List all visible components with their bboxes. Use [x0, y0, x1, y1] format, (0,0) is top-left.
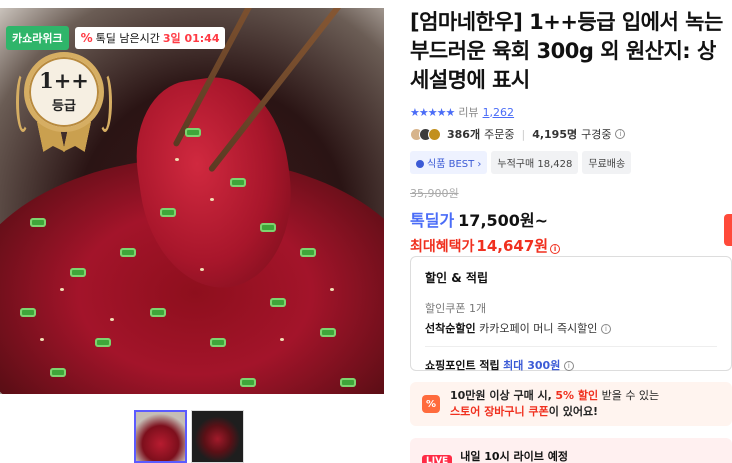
- sale-label: 톡딜가: [410, 211, 455, 230]
- order-count: 386개: [447, 128, 481, 141]
- scallion-decor: [300, 248, 316, 257]
- sale-price: 17,500원~: [458, 211, 549, 230]
- sesame-decor: [175, 158, 179, 161]
- medal-label: 등급: [52, 99, 76, 114]
- scallion-decor: [240, 378, 256, 387]
- promo-text: 10만원 이상 구매 시, 5% 할인 받을 수 있는 스토어 장바구니 쿠폰이…: [450, 388, 659, 420]
- cart-coupon-promo[interactable]: % 10만원 이상 구매 시, 5% 할인 받을 수 있는 스토어 장바구니 쿠…: [410, 382, 732, 426]
- scallion-decor: [270, 298, 286, 307]
- review-count-link[interactable]: 1,262: [483, 106, 515, 119]
- live-schedule-banner[interactable]: LIVE 내일 10시 라이브 예정: [410, 438, 732, 463]
- scallion-decor: [210, 338, 226, 347]
- promo-line-2: 스토어 장바구니 쿠폰이 있어요!: [450, 404, 659, 420]
- benefits-box: 할인 & 적립 할인쿠폰 1개 선착순할인 카카오페이 머니 즉시할인 i 쇼핑…: [410, 256, 732, 373]
- best-chip-label: 식품 BEST: [427, 159, 475, 170]
- star-rating-icon: ★★★★★: [410, 105, 455, 119]
- promo-coupon-name: 스토어 장바구니 쿠폰: [450, 405, 549, 418]
- promo-line-2-end: 이 있어요!: [548, 405, 599, 418]
- sesame-decor: [330, 288, 334, 291]
- firstcome-line: 선착순할인 카카오페이 머니 즉시할인 i: [425, 320, 717, 336]
- info-icon[interactable]: i: [563, 361, 574, 371]
- info-icon[interactable]: i: [615, 129, 626, 139]
- subscriber-count: 4,195명: [532, 128, 578, 141]
- casa-week-badge: 카쇼라위크: [6, 26, 69, 50]
- original-price: 35,900원: [410, 187, 459, 200]
- scallion-decor: [340, 378, 356, 387]
- product-chips: 식품 BEST › 누적구매 18,428 무료배송: [410, 151, 732, 174]
- scallion-decor: [150, 308, 166, 317]
- sale-price-row: 톡딜가 17,500원~: [410, 207, 732, 231]
- sesame-decor: [280, 338, 284, 341]
- sesame-decor: [210, 198, 214, 201]
- scallion-decor: [95, 338, 111, 347]
- sesame-decor: [200, 268, 204, 271]
- best-chip[interactable]: 식품 BEST ›: [410, 151, 488, 174]
- scallion-decor: [260, 223, 276, 232]
- viewer-avatars: [410, 127, 441, 141]
- divider: [425, 346, 717, 347]
- thumbnail-image: [192, 411, 243, 462]
- max-benefit-price: 14,647원: [476, 237, 549, 255]
- order-suffix: 주문중: [484, 128, 515, 141]
- scallion-decor: [160, 208, 176, 217]
- firstcome-label: 선착순할인: [425, 322, 476, 335]
- rating-row: ★★★★★ 리뷰 1,262: [410, 104, 732, 120]
- points-value: 최대 300원: [503, 359, 561, 372]
- avatar: [428, 127, 441, 141]
- review-label: 리뷰: [458, 106, 479, 119]
- floating-side-tab[interactable]: [724, 214, 732, 246]
- timer-label: 톡딜 남은시간: [95, 32, 160, 45]
- image-badge-row: 카쇼라위크 % 톡딜 남은시간 3일 01:44: [6, 26, 226, 50]
- sesame-decor: [40, 338, 44, 341]
- sesame-decor: [110, 318, 114, 321]
- scallion-decor: [50, 368, 66, 377]
- scallion-decor: [230, 178, 246, 187]
- live-text: 내일 10시 라이브 예정: [460, 450, 568, 463]
- medal-grade: 1++: [39, 68, 89, 93]
- coupon-icon: %: [422, 395, 440, 413]
- medal-ring: 1++ 등급: [24, 52, 104, 132]
- percent-icon: %: [80, 31, 93, 45]
- promo-line-1: 10만원 이상 구매 시, 5% 할인 받을 수 있는: [450, 388, 659, 404]
- scallion-decor: [30, 218, 46, 227]
- info-icon[interactable]: i: [550, 244, 561, 254]
- sesame-decor: [60, 288, 64, 291]
- thumbnail-2[interactable]: [191, 410, 244, 463]
- scallion-decor: [120, 248, 136, 257]
- product-title: [엄마네한우] 1++등급 입에서 녹는 부드러운 육회 300g 외 원산지:…: [410, 10, 723, 92]
- promo-condition: 10만원 이상 구매 시,: [450, 389, 552, 402]
- max-benefit-row: 최대혜택가 14,647원 i: [410, 235, 732, 256]
- thumbnail-strip: [134, 410, 244, 463]
- social-proof-row: 386개 주문중 | 4,195명 구경중 i: [410, 126, 732, 142]
- points-label: 쇼핑포인트 적립: [425, 359, 500, 372]
- benefits-title: 할인 & 적립: [425, 271, 488, 285]
- scallion-decor: [20, 308, 36, 317]
- product-main-image[interactable]: 카쇼라위크 % 톡딜 남은시간 3일 01:44 1++ 등급: [0, 8, 384, 394]
- info-icon[interactable]: i: [600, 324, 611, 334]
- scallion-decor: [185, 128, 201, 137]
- divider: |: [521, 127, 526, 141]
- timer-value: 3일 01:44: [162, 32, 220, 45]
- thumbnail-image: [136, 412, 185, 461]
- subscriber-suffix: 구경중: [581, 128, 612, 141]
- free-shipping-chip: 무료배송: [582, 151, 632, 174]
- grade-medal: 1++ 등급: [16, 50, 112, 154]
- firstcome-detail: 카카오페이 머니 즉시할인: [479, 322, 598, 335]
- points-line: 쇼핑포인트 적립 최대 300원 i: [425, 357, 717, 373]
- cumulative-chip: 누적구매 18,428: [491, 151, 579, 174]
- scallion-decor: [320, 328, 336, 337]
- coupon-line: 할인쿠폰 1개: [425, 302, 487, 315]
- thumbnail-1[interactable]: [134, 410, 187, 463]
- scallion-decor: [70, 268, 86, 277]
- max-benefit-label: 최대혜택가: [410, 239, 475, 255]
- deal-timer-badge: % 톡딜 남은시간 3일 01:44: [74, 27, 226, 49]
- live-badge: LIVE: [422, 455, 453, 463]
- best-icon: [416, 160, 424, 168]
- promo-discount: 5% 할인: [555, 389, 599, 402]
- product-info: [엄마네한우] 1++등급 입에서 녹는 부드러운 육회 300g 외 원산지:…: [410, 8, 732, 256]
- promo-line-1-end: 받을 수 있는: [601, 389, 660, 402]
